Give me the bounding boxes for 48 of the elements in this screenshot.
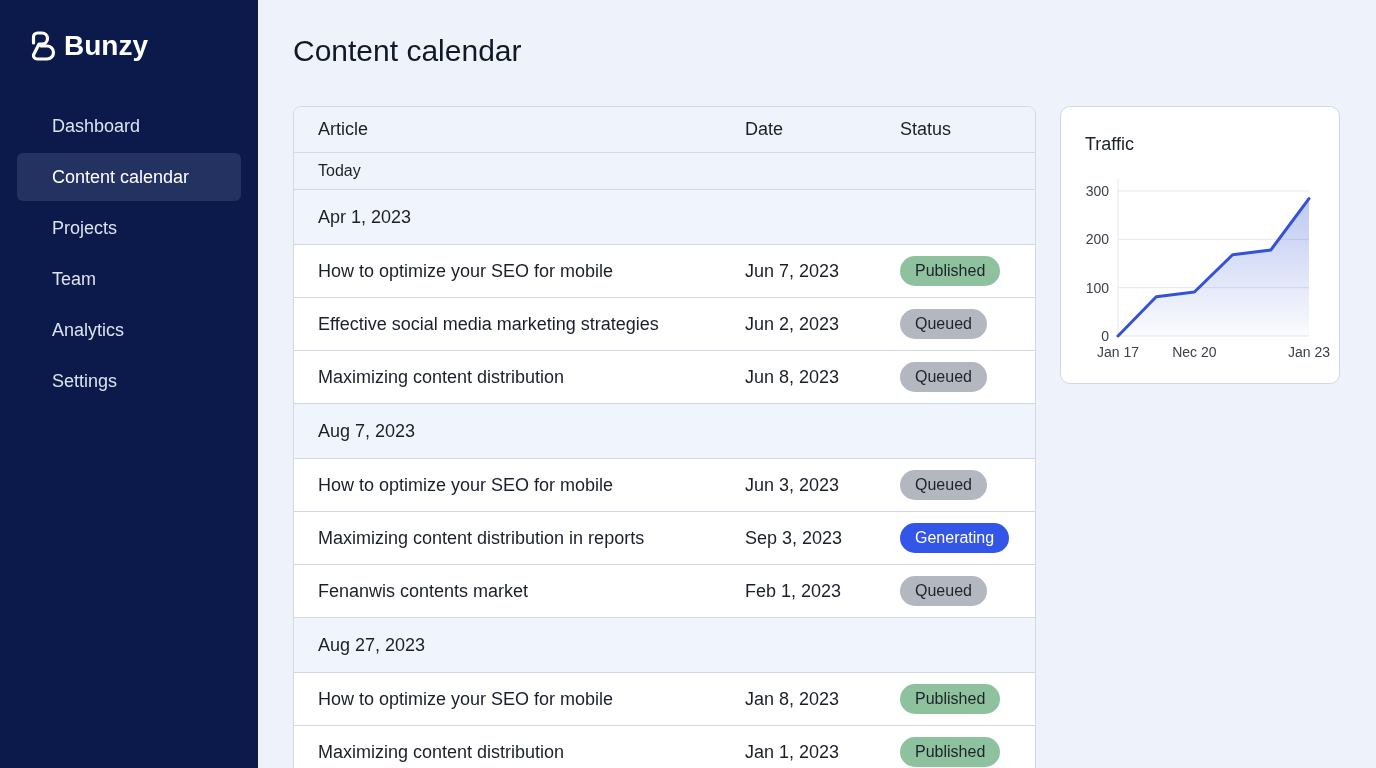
group-date: Aug 7, 2023	[318, 419, 416, 443]
nav-item[interactable]: Analytics	[17, 306, 241, 354]
column-header: Date	[745, 118, 785, 141]
table-cell-text: Sep 3, 2023	[745, 526, 844, 550]
column-header: Article	[318, 118, 369, 141]
axis-label: 100	[1085, 279, 1109, 296]
page-title: Content calendar	[293, 33, 523, 69]
nav-item[interactable]: Projects	[17, 204, 241, 252]
table-cell-text: Jun 2, 2023	[745, 312, 841, 336]
axis-label: Jan 23	[1288, 344, 1330, 360]
logo-icon	[30, 31, 56, 61]
nav-item[interactable]: Settings	[17, 357, 241, 405]
table-cell-text: Jun 8, 2023	[745, 365, 841, 389]
nav-item[interactable]: Content calendar	[17, 153, 241, 201]
table-cell-text: Feb 1, 2023	[745, 579, 843, 603]
table-cell-text: How to optimize your SEO for mobile	[318, 259, 615, 283]
nav-item[interactable]: Dashboard	[17, 102, 241, 150]
table-cell-text: How to optimize your SEO for mobile	[318, 473, 615, 497]
table-cell-text: Jan 1, 2023	[745, 740, 841, 764]
table-cell-text: Jun 3, 2023	[745, 473, 841, 497]
status-badge: Queued	[900, 362, 987, 392]
axis-label: 300	[1085, 183, 1109, 199]
group-date: Apr 1, 2023	[318, 205, 412, 229]
table-cell-text: Jun 7, 2023	[745, 259, 841, 283]
brand-name: Bunzy	[64, 30, 148, 62]
status-badge: Queued	[900, 309, 987, 339]
table-cell-text: Jan 8, 2023	[745, 687, 841, 711]
table-cell-text: Maximizing content distribution in reports	[318, 526, 646, 550]
table-cell-text: Effective social media marketing strategies	[318, 312, 660, 336]
status-badge: Generating	[900, 523, 1010, 553]
status-badge: Published	[900, 256, 1001, 286]
nav-item[interactable]: Team	[17, 255, 241, 303]
table-cell-text: How to optimize your SEO for mobile	[318, 687, 615, 711]
table-cell-text: Maximizing content distribution	[318, 740, 566, 764]
status-badge: Queued	[900, 470, 987, 500]
status-badge: Queued	[900, 576, 987, 606]
status-badge: Published	[900, 684, 1001, 714]
chart-title: Traffic	[1085, 133, 1135, 155]
table-cell-text: Fenanwis contents market	[318, 579, 530, 603]
axis-label: 200	[1085, 231, 1109, 248]
axis-label: Nec 20	[1172, 344, 1217, 360]
group-date: Aug 27, 2023	[318, 633, 426, 657]
section-label: Today	[318, 161, 361, 181]
column-header: Status	[900, 118, 953, 141]
axis-label: 0	[1101, 328, 1109, 344]
axis-label: Jan 17	[1097, 344, 1139, 360]
status-badge: Published	[900, 737, 1001, 767]
table-cell-text: Maximizing content distribution	[318, 365, 566, 389]
